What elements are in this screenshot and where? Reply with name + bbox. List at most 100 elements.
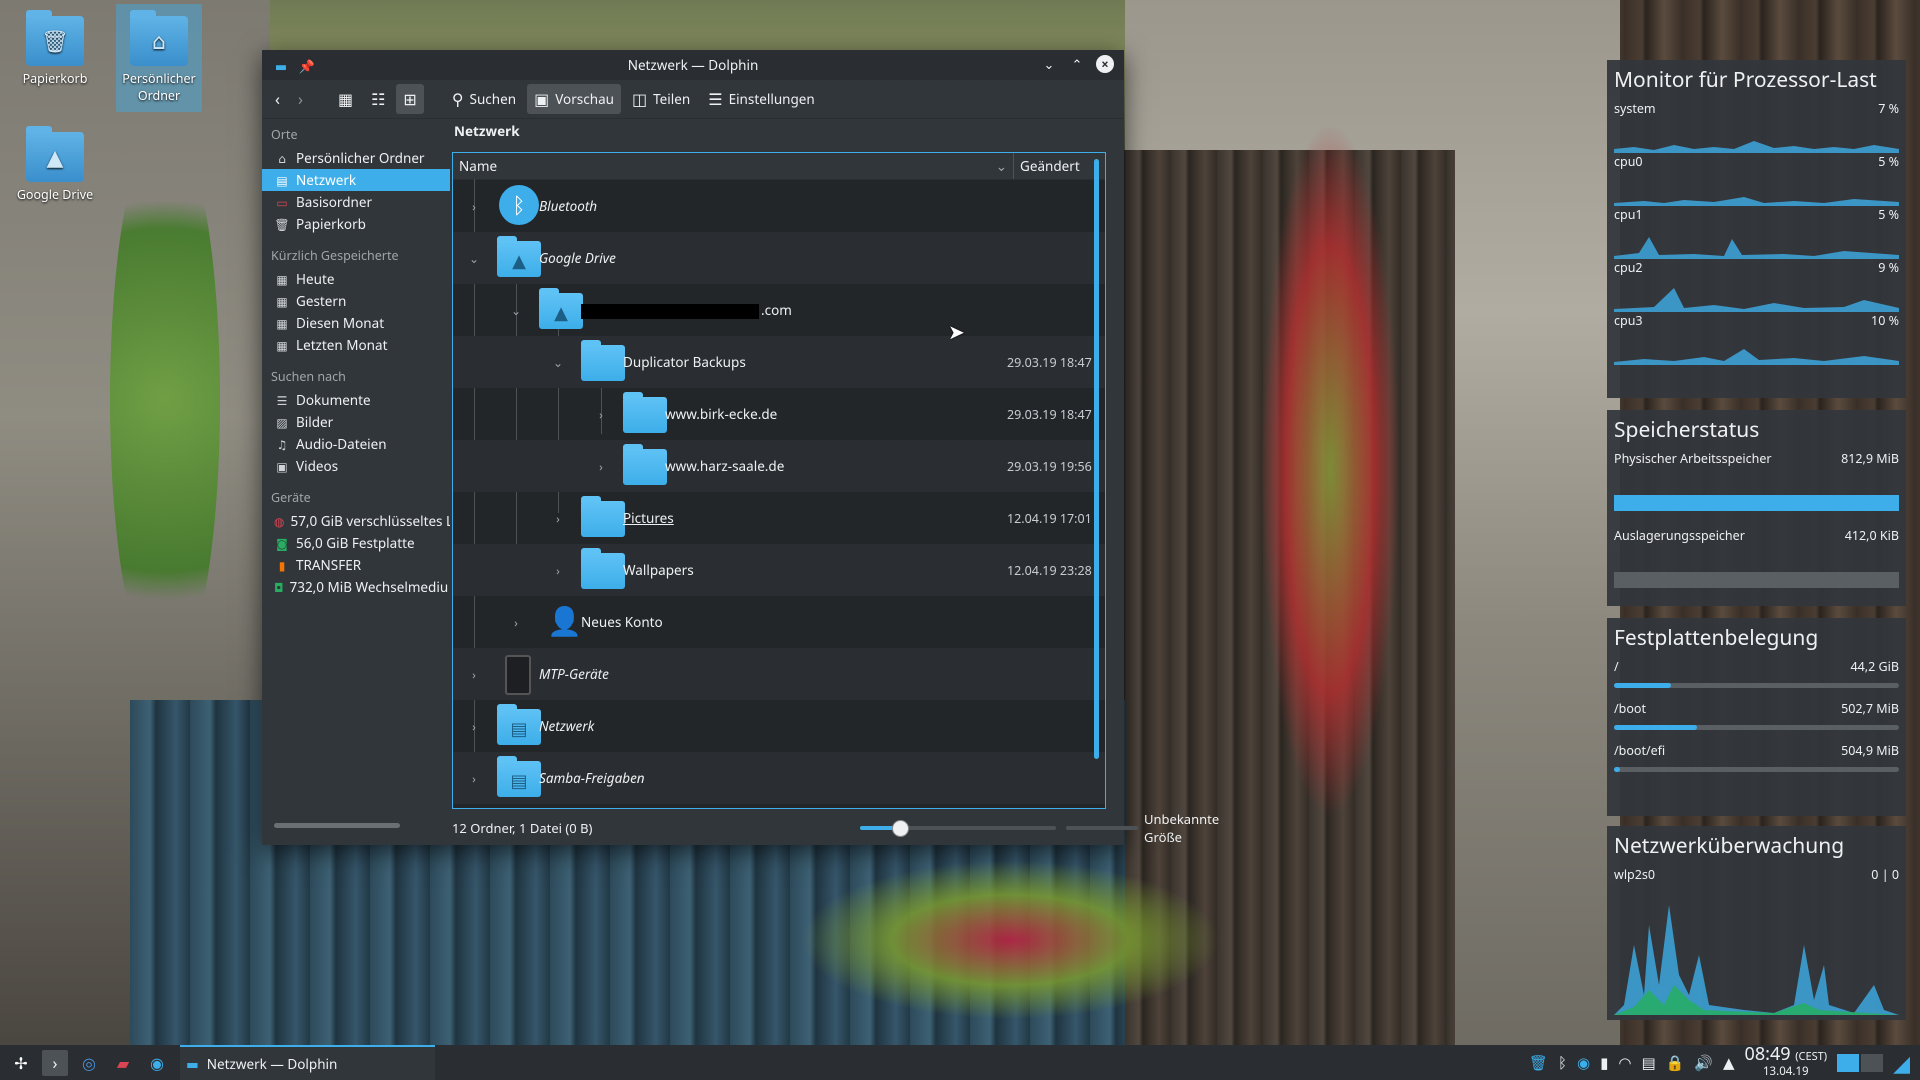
sidebar-item-trash[interactable]: 🗑 Papierkorb (262, 213, 450, 235)
sidebar-item-last-month[interactable]: ▦ Letzten Monat (262, 334, 450, 356)
chevron-right-icon[interactable]: › (467, 770, 481, 787)
list-item[interactable]: ⌄ Duplicator Backups 29.03.19 18:47 (453, 336, 1105, 388)
cpu-value: 5 % (1878, 206, 1899, 223)
wallpaper-flowers (800, 860, 1220, 1020)
wifi-icon[interactable]: ◠ (1618, 1053, 1631, 1073)
back-button[interactable]: ‹ (268, 84, 287, 114)
desktop-icon-google-drive[interactable]: ▲ Google Drive (12, 120, 98, 203)
sidebar-item-device[interactable]: ◙ 56,0 GiB Festplatte (262, 532, 450, 554)
sidebar-item-audio[interactable]: ♫ Audio-Dateien (262, 433, 450, 455)
search-icon: ⚲ (451, 88, 464, 110)
chevron-right-icon[interactable]: › (467, 198, 481, 215)
sidebar-item-documents[interactable]: ☰ Dokumente (262, 389, 450, 411)
settings-button[interactable]: ☰ Einstellungen (701, 84, 822, 114)
google-drive-folder-icon: ▲ (497, 236, 541, 277)
lock-icon[interactable]: 🔒 (1666, 1053, 1685, 1073)
sidebar-item-videos[interactable]: ▣ Videos (262, 455, 450, 477)
task-dolphin[interactable]: ▬ Netzwerk — Dolphin (180, 1045, 435, 1080)
compact-view-button[interactable]: ☷ (364, 84, 392, 114)
list-item[interactable]: › 👤 Neues Konto (453, 596, 1105, 648)
sidebar-item-network[interactable]: ▤ Netzwerk (262, 169, 450, 191)
teamviewer-icon[interactable]: ◉ (144, 1050, 170, 1076)
slider-handle[interactable] (892, 820, 909, 837)
list-item[interactable]: › MTP-Geräte (453, 648, 1105, 700)
column-name-label: Name (459, 157, 498, 175)
minimize-icon[interactable]: ⌄ (1040, 55, 1058, 73)
list-item[interactable]: › ᛒ Bluetooth (453, 180, 1105, 232)
bluetooth-icon[interactable]: ᛒ (1558, 1053, 1567, 1073)
sidebar-item-device[interactable]: ◘ 732,0 MiB Wechselmediu (262, 576, 450, 598)
cpu-name: cpu2 (1614, 259, 1643, 276)
chevron-right-icon[interactable]: › (509, 614, 523, 631)
desktop-icon-trash[interactable]: 🗑 Papierkorb (12, 4, 98, 87)
list-item[interactable]: › www.harz-saale.de 29.03.19 19:56 (453, 440, 1105, 492)
desktop-icon-label: Persönlicher Ordner (122, 70, 196, 104)
scrollbar[interactable] (1094, 159, 1099, 759)
calendar-icon: ▦ (276, 314, 288, 332)
maximize-icon[interactable]: ⌃ (1068, 55, 1086, 73)
chevron-right-icon[interactable]: › (551, 562, 565, 579)
search-button[interactable]: ⚲ Suchen (445, 84, 523, 114)
split-button[interactable]: ◫ Teilen (625, 84, 697, 114)
chevron-right-icon[interactable]: › (594, 406, 608, 423)
clock[interactable]: 08:49 (CEST) 13.04.19 (1745, 1045, 1828, 1079)
sidebar-item-images[interactable]: ▨ Bilder (262, 411, 450, 433)
close-icon[interactable]: × (1096, 55, 1114, 73)
sidebar-item-yesterday[interactable]: ▦ Gestern (262, 290, 450, 312)
network-monitor-widget[interactable]: Netzwerküberwachung wlp2s0 0 | 0 (1607, 826, 1906, 1020)
zoom-slider[interactable] (860, 820, 1056, 837)
sidebar-scrollbar[interactable] (274, 823, 400, 828)
chevron-up-icon[interactable]: ▲ (1723, 1053, 1735, 1073)
list-item[interactable]: › ▤ Netzwerk (453, 700, 1105, 752)
app-launcher-icon[interactable]: ✢ (8, 1050, 34, 1076)
chevron-right-icon[interactable]: › (551, 510, 565, 527)
chevron-down-icon[interactable]: ⌄ (509, 302, 523, 319)
desktop-icon-label: Papierkorb (22, 70, 88, 87)
teamviewer-tray-icon[interactable]: ◉ (1577, 1053, 1590, 1073)
sidebar-item-label: TRANSFER (296, 556, 362, 574)
chevron-right-icon[interactable]: › (467, 718, 481, 735)
chevron-right-icon[interactable]: › (467, 666, 481, 683)
filezilla-icon[interactable]: ▰ (110, 1050, 136, 1076)
tree-view-icon: ⊞ (403, 88, 417, 110)
list-item[interactable]: › Pictures 12.04.19 17:01 (453, 492, 1105, 544)
details-view-button[interactable]: ⊞ (396, 84, 424, 114)
sidebar-item-device[interactable]: ▮ TRANSFER (262, 554, 450, 576)
column-name[interactable]: Name ⌄ (453, 153, 1014, 179)
usb-icon[interactable]: ▮ (1600, 1053, 1608, 1073)
chromium-icon[interactable]: ◎ (76, 1050, 102, 1076)
bluetooth-icon: ᛒ (499, 185, 543, 225)
sidebar-item-root[interactable]: ▭ Basisordner (262, 191, 450, 213)
title-bar[interactable]: ▬ 📌 Netzwerk — Dolphin ⌄ ⌃ × (262, 50, 1124, 80)
memory-status-widget[interactable]: Speicherstatus Physischer Arbeitsspeiche… (1607, 410, 1906, 606)
breadcrumb[interactable]: Netzwerk (454, 122, 520, 140)
chevron-down-icon[interactable]: ⌄ (467, 250, 481, 267)
list-item[interactable]: › ▤ Samba-Freigaben (453, 752, 1105, 804)
icons-view-button[interactable]: ▦ (331, 84, 360, 114)
forward-button[interactable]: › (291, 84, 310, 114)
chevron-right-icon[interactable]: › (594, 458, 608, 475)
terminal-icon[interactable]: › (42, 1049, 68, 1076)
file-view[interactable]: Name ⌄ Geändert › ᛒ Bluetooth ⌄ ▲ Google … (452, 152, 1106, 809)
list-item[interactable]: ⌄ ▲ Google Drive (453, 232, 1105, 284)
desktop-icon-home[interactable]: ⌂ Persönlicher Ordner (116, 4, 202, 112)
sidebar-item-home[interactable]: ⌂ Persönlicher Ordner (262, 147, 450, 169)
show-desktop-icon[interactable]: ◢ (1893, 1048, 1910, 1078)
item-name: Wallpapers (623, 561, 694, 579)
trash-tray-icon[interactable]: 🗑 (1529, 1053, 1548, 1073)
list-item[interactable]: ⌄ ▲ .com (453, 284, 1105, 336)
clipboard-icon[interactable]: ▤ (1641, 1053, 1655, 1073)
list-item[interactable]: › www.birk-ecke.de 29.03.19 18:47 (453, 388, 1105, 440)
column-modified[interactable]: Geändert (1014, 153, 1080, 179)
cpu-monitor-widget[interactable]: Monitor für Prozessor-Last system 7 % cpu… (1607, 60, 1906, 398)
chevron-down-icon[interactable]: ⌄ (551, 354, 565, 371)
disk-usage-widget[interactable]: Festplattenbelegung / 44,2 GiB /boot 502,7… (1607, 618, 1906, 816)
sidebar-item-this-month[interactable]: ▦ Diesen Monat (262, 312, 450, 334)
list-item[interactable]: › Wallpapers 12.04.19 23:28 (453, 544, 1105, 596)
sidebar-item-today[interactable]: ▦ Heute (262, 268, 450, 290)
virtual-desktop-pager[interactable] (1837, 1053, 1884, 1072)
volume-icon[interactable]: 🔊 (1694, 1053, 1713, 1073)
google-drive-account-icon: ▲ (539, 288, 583, 329)
sidebar-item-device[interactable]: ◍ 57,0 GiB verschlüsseltes L (262, 510, 450, 532)
preview-button[interactable]: ▣ Vorschau (527, 84, 621, 114)
